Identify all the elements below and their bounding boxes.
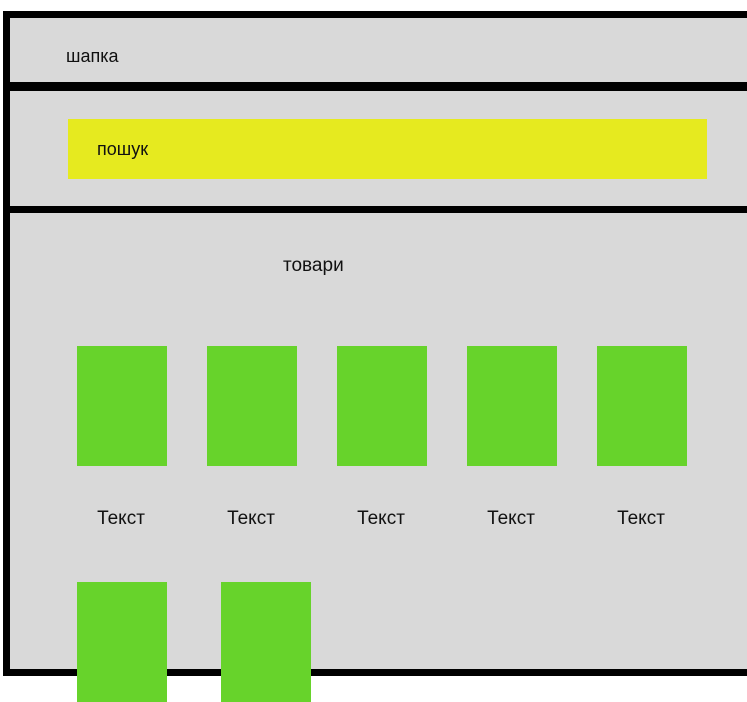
product-image-2[interactable] [207,346,297,466]
search-bar[interactable]: пошук [68,119,707,179]
product-image-1[interactable] [77,346,167,466]
product-text-2: Текст [227,508,275,529]
products-title: товари [283,255,344,276]
product-text-4: Текст [487,508,535,529]
product-image-7[interactable] [221,582,311,702]
product-image-3[interactable] [337,346,427,466]
product-image-6[interactable] [77,582,167,702]
header-section: шапка [3,11,747,89]
search-label: пошук [97,139,149,159]
product-image-5[interactable] [597,346,687,466]
search-section: пошук [3,84,747,213]
product-text-1: Текст [97,508,145,529]
wireframe-page: шапка пошук товари Текст Текст Текст Тек… [0,0,747,702]
header-label: шапка [66,46,119,66]
product-text-5: Текст [617,508,665,529]
product-image-4[interactable] [467,346,557,466]
product-text-3: Текст [357,508,405,529]
products-section: товари Текст Текст Текст Текст Текст [3,206,747,702]
